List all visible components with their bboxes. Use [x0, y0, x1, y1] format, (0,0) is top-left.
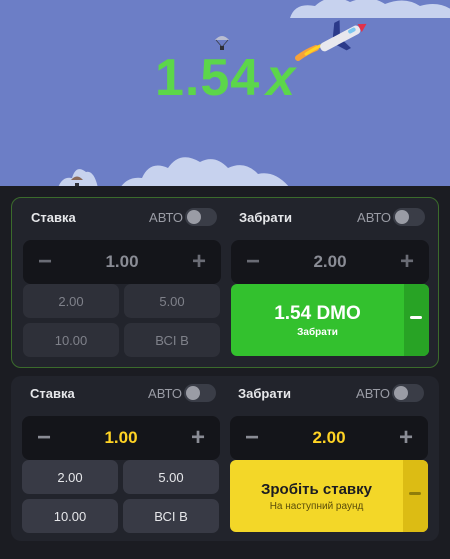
toggle-knob — [187, 210, 201, 224]
toggle-knob — [186, 386, 200, 400]
quick-bet-button[interactable]: 2.00 — [23, 284, 119, 318]
multiplier-suffix: x — [266, 49, 297, 107]
minus-icon — [409, 492, 421, 495]
place-bet-button[interactable]: Зробіть ставку На наступний раунд — [230, 460, 428, 532]
bet-plus-button[interactable]: + — [176, 416, 220, 460]
bet-stepper: − 1.00 + — [22, 416, 220, 460]
cashout-label: Забрати — [238, 386, 291, 401]
minus-icon — [410, 316, 422, 319]
cashout-amount-label: 1.54 DMO — [274, 302, 361, 324]
place-bet-button-content: Зробіть ставку На наступний раунд — [230, 460, 403, 532]
auto-cashout-label: АВТО — [357, 210, 391, 225]
cashout-header: Забрати АВТО — [230, 382, 428, 406]
bet-minus-button[interactable]: − — [23, 240, 67, 284]
cloud-top-right — [290, 0, 450, 18]
plane-icon — [295, 20, 367, 61]
auto-bet-label: АВТО — [149, 210, 183, 225]
auto-cashout-label: АВТО — [356, 386, 390, 401]
cashout-stepper: − 2.00 + — [231, 240, 429, 284]
cashout-button[interactable]: 1.54 DMO Забрати — [231, 284, 429, 356]
cashout-stepper: − 2.00 + — [230, 416, 428, 460]
cashout-header: Забрати АВТО — [231, 206, 429, 230]
multiplier-display: 1.54 x — [155, 48, 296, 108]
cashout-button-content: 1.54 DMO Забрати — [231, 284, 404, 356]
auto-bet-label: АВТО — [148, 386, 182, 401]
bet-header: Ставка АВТО — [23, 206, 221, 230]
toggle-knob — [395, 210, 409, 224]
quick-bet-button[interactable]: 10.00 — [22, 499, 118, 533]
bet-plus-button[interactable]: + — [177, 240, 221, 284]
cashout-minus-button[interactable]: − — [230, 416, 274, 460]
quick-bet-button[interactable]: 5.00 — [123, 460, 219, 494]
auto-bet-toggle[interactable] — [184, 384, 216, 402]
auto-bet-toggle[interactable] — [185, 208, 217, 226]
place-bet-label: Зробіть ставку — [261, 480, 372, 498]
cashout-action-label: Забрати — [297, 326, 338, 338]
toggle-knob — [394, 386, 408, 400]
bet-stepper: − 1.00 + — [23, 240, 221, 284]
auto-cashout-toggle[interactable] — [393, 208, 425, 226]
bet-amount-input[interactable]: 1.00 — [104, 428, 137, 448]
quick-bet-button[interactable]: 2.00 — [22, 460, 118, 494]
game-sky-area: 1.54 x — [0, 0, 450, 186]
cashout-amount-input[interactable]: 2.00 — [312, 428, 345, 448]
quick-bet-button[interactable]: 5.00 — [124, 284, 220, 318]
multiplier-value: 1.54 — [155, 49, 261, 107]
cashout-plus-button[interactable]: + — [384, 416, 428, 460]
cloud-bottom — [121, 157, 289, 186]
bet-label: Ставка — [30, 386, 75, 401]
next-round-label: На наступний раунд — [269, 500, 364, 512]
cashout-amount-input[interactable]: 2.00 — [313, 252, 346, 272]
collapse-button[interactable] — [404, 284, 429, 356]
bet-label: Ставка — [31, 210, 76, 225]
quick-bet-button[interactable]: 10.00 — [23, 323, 119, 357]
bet-minus-button[interactable]: − — [22, 416, 66, 460]
all-in-button[interactable]: ВСІ В — [123, 499, 219, 533]
cashout-label: Забрати — [239, 210, 292, 225]
cashout-plus-button[interactable]: + — [385, 240, 429, 284]
cashout-minus-button[interactable]: − — [231, 240, 275, 284]
bet-header: Ставка АВТО — [22, 382, 220, 406]
all-in-button[interactable]: ВСІ В — [124, 323, 220, 357]
bet-panel-2: Ставка АВТО − 1.00 + Забрати АВТО − 2.00… — [11, 376, 439, 541]
bet-panel-1: Ставка АВТО − 1.00 + Забрати АВТО − 2.00… — [11, 197, 439, 368]
parachute-icon — [71, 176, 83, 186]
bet-amount-input[interactable]: 1.00 — [105, 252, 138, 272]
auto-cashout-toggle[interactable] — [392, 384, 424, 402]
collapse-button[interactable] — [403, 460, 428, 532]
